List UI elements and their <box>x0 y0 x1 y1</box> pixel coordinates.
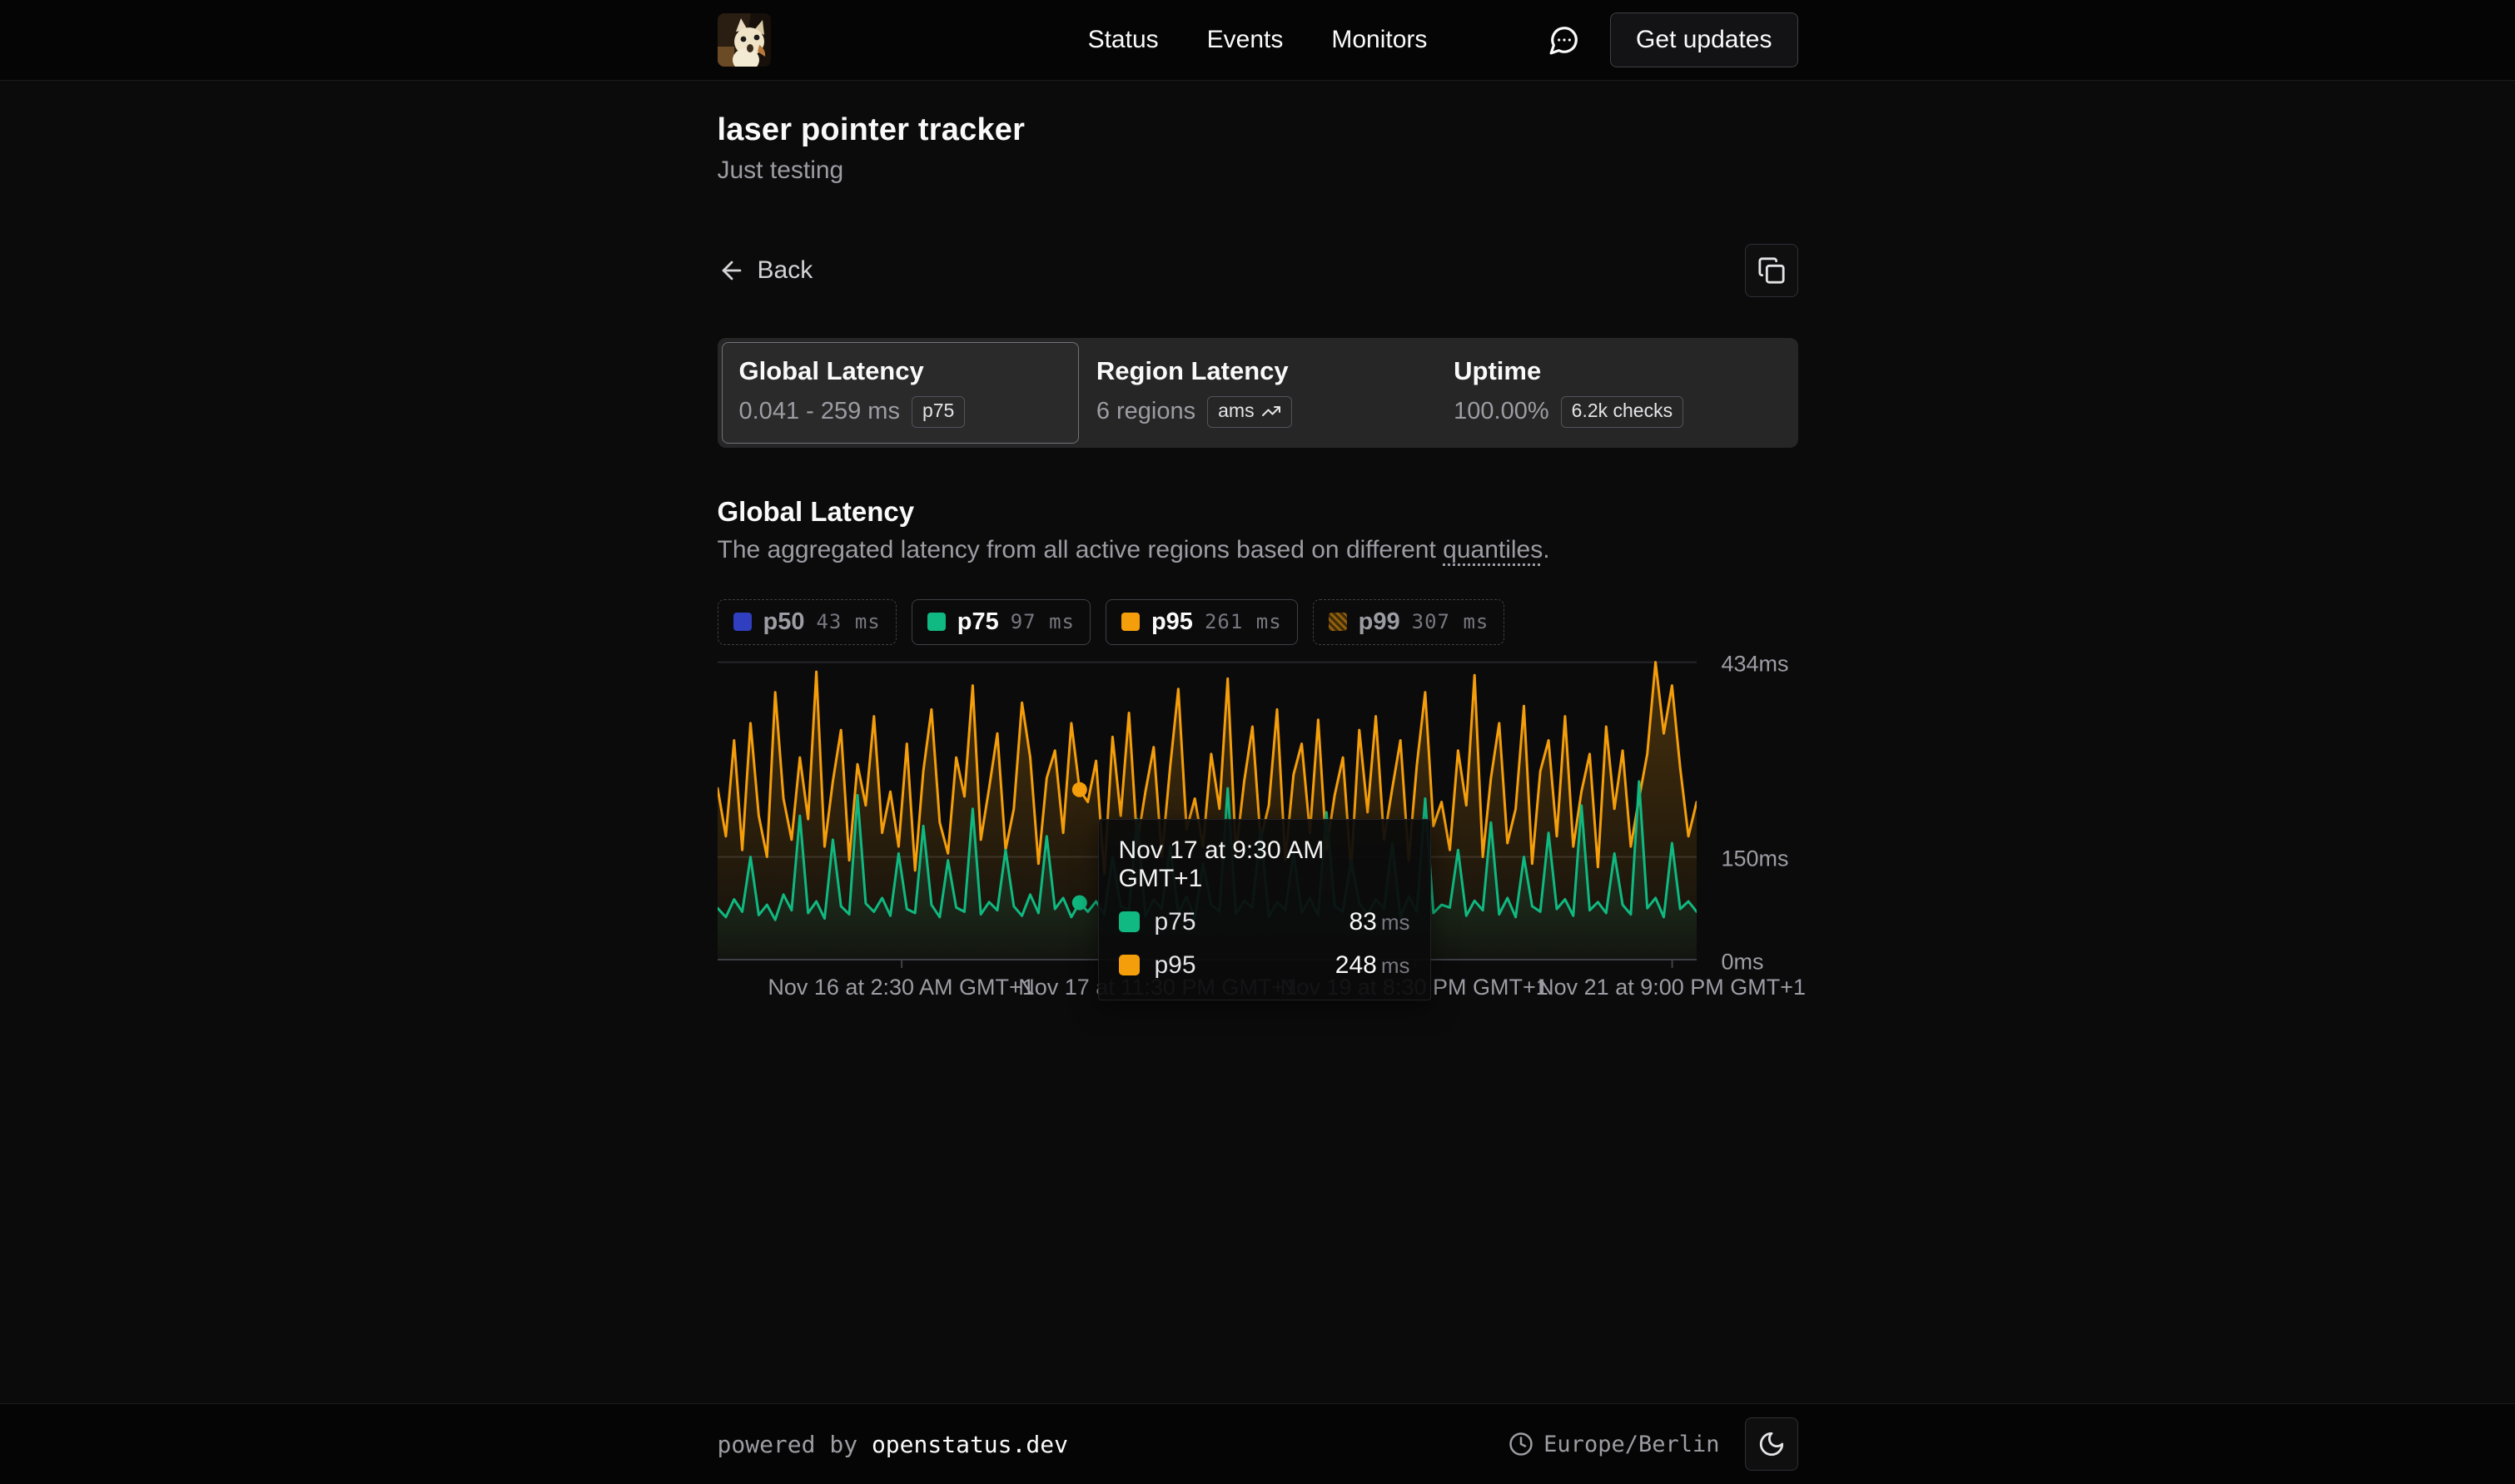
tooltip-timestamp: Nov 17 at 9:30 AM GMT+1 <box>1119 836 1410 893</box>
legend-toggle-p75[interactable]: p75 97 ms <box>912 599 1091 645</box>
footer: powered by openstatus.dev Europe/Berlin <box>0 1403 2515 1484</box>
region-badge-label: ams <box>1218 399 1254 424</box>
region-badge: ams <box>1207 396 1291 428</box>
tooltip-row-p95: p95 248ms <box>1119 951 1410 980</box>
legend-label: p75 <box>957 608 999 636</box>
y-axis: 434ms150ms0ms <box>1722 657 1855 970</box>
section-description: The aggregated latency from all active r… <box>718 536 1798 564</box>
chart-legend: p50 43 ms p75 97 ms p95 261 ms p99 307 m… <box>718 599 1798 645</box>
status-page: Status Events Monitors Get updates laser… <box>0 0 2515 1484</box>
tooltip-series-value: 83ms <box>1349 908 1409 936</box>
legend-label: p99 <box>1359 608 1400 636</box>
back-button[interactable]: Back <box>718 256 813 285</box>
powered-by-prefix: powered by <box>718 1431 872 1458</box>
timezone-display: Europe/Berlin <box>1509 1432 1719 1457</box>
tooltip-row-p75: p75 83ms <box>1119 908 1410 936</box>
tooltip-series-label: p75 <box>1155 908 1196 936</box>
y-axis-label: 0ms <box>1722 949 1764 975</box>
p50-swatch-icon <box>733 613 752 631</box>
navbar: Status Events Monitors Get updates <box>0 0 2515 81</box>
legend-value: 97 ms <box>1011 610 1075 633</box>
legend-value: 261 ms <box>1205 610 1282 633</box>
tab-title: Global Latency <box>739 356 1061 386</box>
legend-toggle-p99[interactable]: p99 307 ms <box>1313 599 1505 645</box>
x-axis-label: Nov 21 at 9:00 PM GMT+1 <box>1538 975 1806 1000</box>
legend-label: p50 <box>763 608 805 636</box>
latency-chart: 434ms150ms0ms Nov 17 at 9:30 AM GMT+1 p7… <box>718 657 1697 1010</box>
tab-uptime[interactable]: Uptime 100.00% 6.2k checks <box>1436 342 1793 444</box>
checks-badge: 6.2k checks <box>1561 396 1683 428</box>
copy-icon <box>1757 256 1786 285</box>
section-description-text: The aggregated latency from all active r… <box>718 536 1444 563</box>
tab-region-latency[interactable]: Region Latency 6 regions ams <box>1079 342 1436 444</box>
x-axis-label: Nov 16 at 2:30 AM GMT+1 <box>768 975 1034 1000</box>
p75-swatch-icon <box>1119 911 1140 932</box>
legend-value: 43 ms <box>816 610 880 633</box>
chart-tooltip: Nov 17 at 9:30 AM GMT+1 p75 83ms p95 248… <box>1098 819 1431 1000</box>
tab-global-latency[interactable]: Global Latency 0.041 - 259 ms p75 <box>722 342 1079 444</box>
feedback-chat-button[interactable] <box>1548 24 1580 56</box>
theme-toggle-button[interactable] <box>1745 1417 1798 1471</box>
tab-title: Region Latency <box>1096 356 1419 386</box>
nav-link-events[interactable]: Events <box>1207 26 1284 54</box>
site-logo[interactable] <box>718 13 771 67</box>
tab-title: Uptime <box>1454 356 1776 386</box>
openstatus-link[interactable]: openstatus.dev <box>872 1431 1068 1458</box>
back-label: Back <box>758 256 813 285</box>
legend-value: 307 ms <box>1412 610 1489 633</box>
page-subtitle: Just testing <box>718 156 1798 185</box>
nav-right-group: Get updates <box>1548 12 1797 67</box>
message-circle-more-icon <box>1548 24 1580 56</box>
tooltip-series-value: 248ms <box>1335 951 1410 980</box>
metric-tabs: Global Latency 0.041 - 259 ms p75 Region… <box>718 338 1798 448</box>
p95-swatch-icon <box>1119 955 1140 975</box>
p95-swatch-icon <box>1121 613 1140 631</box>
section-description-period: . <box>1543 536 1549 563</box>
clock-icon <box>1509 1432 1533 1457</box>
copy-link-button[interactable] <box>1745 244 1798 297</box>
section-title: Global Latency <box>718 496 1798 528</box>
tooltip-value-unit: ms <box>1381 953 1410 978</box>
moon-icon <box>1757 1430 1786 1458</box>
cat-avatar-icon <box>718 13 771 67</box>
p99-swatch-icon <box>1329 613 1347 631</box>
quantiles-link[interactable]: quantiles <box>1443 536 1543 563</box>
y-axis-label: 150ms <box>1722 846 1789 872</box>
tab-value: 6 regions <box>1096 398 1195 425</box>
nav-link-status[interactable]: Status <box>1088 26 1159 54</box>
quantile-badge: p75 <box>912 396 965 428</box>
legend-toggle-p95[interactable]: p95 261 ms <box>1106 599 1298 645</box>
nav-links: Status Events Monitors <box>1088 26 1428 54</box>
y-axis-label: 434ms <box>1722 652 1789 677</box>
main-content: laser pointer tracker Just testing Back <box>0 81 2515 1403</box>
legend-toggle-p50[interactable]: p50 43 ms <box>718 599 897 645</box>
p75-swatch-icon <box>927 613 946 631</box>
tab-value: 100.00% <box>1454 398 1549 425</box>
toolbar-row: Back <box>718 243 1798 298</box>
timezone-label: Europe/Berlin <box>1543 1432 1719 1457</box>
tooltip-value-unit: ms <box>1381 910 1410 935</box>
nav-link-monitors[interactable]: Monitors <box>1331 26 1427 54</box>
page-title: laser pointer tracker <box>718 112 1798 148</box>
tab-value: 0.041 - 259 ms <box>739 398 900 425</box>
tooltip-series-label: p95 <box>1155 951 1196 980</box>
trending-up-icon <box>1261 401 1281 421</box>
legend-label: p95 <box>1151 608 1193 636</box>
get-updates-button[interactable]: Get updates <box>1610 12 1797 67</box>
powered-by: powered by openstatus.dev <box>718 1431 1068 1458</box>
arrow-left-icon <box>718 256 746 285</box>
tooltip-value-number: 248 <box>1335 951 1377 979</box>
tooltip-value-number: 83 <box>1349 908 1376 936</box>
